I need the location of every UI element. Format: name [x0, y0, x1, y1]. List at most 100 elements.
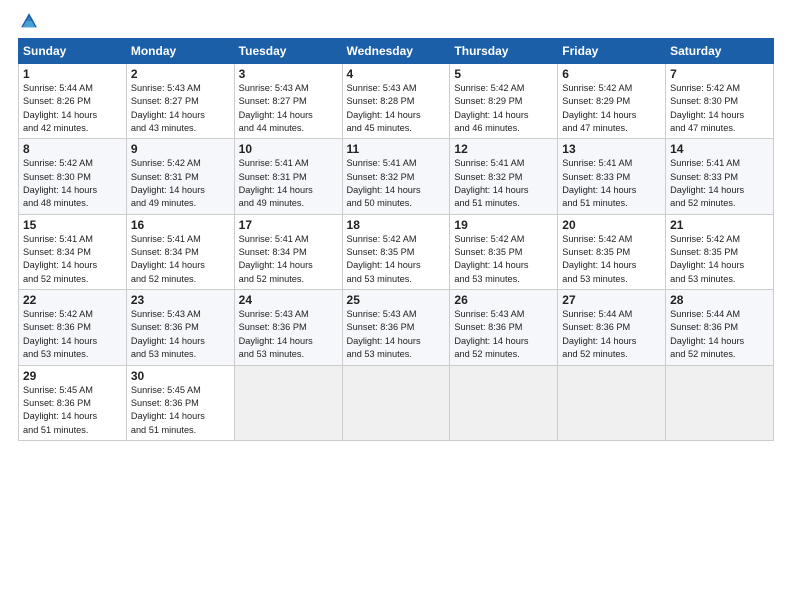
- day-info: Sunrise: 5:44 AMSunset: 8:26 PMDaylight:…: [23, 82, 122, 135]
- day-number: 8: [23, 142, 122, 156]
- calendar-cell: 6Sunrise: 5:42 AMSunset: 8:29 PMDaylight…: [558, 64, 666, 139]
- calendar-cell: 16Sunrise: 5:41 AMSunset: 8:34 PMDayligh…: [126, 214, 234, 289]
- calendar-cell: 23Sunrise: 5:43 AMSunset: 8:36 PMDayligh…: [126, 290, 234, 365]
- day-info: Sunrise: 5:43 AMSunset: 8:27 PMDaylight:…: [131, 82, 230, 135]
- calendar-cell: 20Sunrise: 5:42 AMSunset: 8:35 PMDayligh…: [558, 214, 666, 289]
- day-info: Sunrise: 5:42 AMSunset: 8:35 PMDaylight:…: [347, 233, 446, 286]
- calendar-cell: 8Sunrise: 5:42 AMSunset: 8:30 PMDaylight…: [19, 139, 127, 214]
- calendar-cell: 12Sunrise: 5:41 AMSunset: 8:32 PMDayligh…: [450, 139, 558, 214]
- weekday-header: Sunday: [19, 39, 127, 64]
- day-number: 2: [131, 67, 230, 81]
- day-info: Sunrise: 5:41 AMSunset: 8:34 PMDaylight:…: [131, 233, 230, 286]
- day-info: Sunrise: 5:42 AMSunset: 8:31 PMDaylight:…: [131, 157, 230, 210]
- day-info: Sunrise: 5:44 AMSunset: 8:36 PMDaylight:…: [670, 308, 769, 361]
- day-number: 3: [239, 67, 338, 81]
- calendar-cell: 2Sunrise: 5:43 AMSunset: 8:27 PMDaylight…: [126, 64, 234, 139]
- day-number: 19: [454, 218, 553, 232]
- calendar-cell: 30Sunrise: 5:45 AMSunset: 8:36 PMDayligh…: [126, 365, 234, 440]
- calendar-cell: [234, 365, 342, 440]
- calendar-cell: 1Sunrise: 5:44 AMSunset: 8:26 PMDaylight…: [19, 64, 127, 139]
- day-info: Sunrise: 5:43 AMSunset: 8:36 PMDaylight:…: [131, 308, 230, 361]
- calendar-cell: 17Sunrise: 5:41 AMSunset: 8:34 PMDayligh…: [234, 214, 342, 289]
- day-number: 10: [239, 142, 338, 156]
- day-info: Sunrise: 5:42 AMSunset: 8:35 PMDaylight:…: [454, 233, 553, 286]
- calendar-cell: [558, 365, 666, 440]
- page: SundayMondayTuesdayWednesdayThursdayFrid…: [0, 0, 792, 612]
- calendar-cell: 3Sunrise: 5:43 AMSunset: 8:27 PMDaylight…: [234, 64, 342, 139]
- day-number: 25: [347, 293, 446, 307]
- day-number: 21: [670, 218, 769, 232]
- weekday-header: Thursday: [450, 39, 558, 64]
- day-number: 27: [562, 293, 661, 307]
- day-info: Sunrise: 5:43 AMSunset: 8:36 PMDaylight:…: [347, 308, 446, 361]
- day-info: Sunrise: 5:43 AMSunset: 8:28 PMDaylight:…: [347, 82, 446, 135]
- day-number: 23: [131, 293, 230, 307]
- day-number: 14: [670, 142, 769, 156]
- day-number: 16: [131, 218, 230, 232]
- calendar-cell: 7Sunrise: 5:42 AMSunset: 8:30 PMDaylight…: [666, 64, 774, 139]
- day-info: Sunrise: 5:41 AMSunset: 8:34 PMDaylight:…: [239, 233, 338, 286]
- day-number: 11: [347, 142, 446, 156]
- day-info: Sunrise: 5:41 AMSunset: 8:32 PMDaylight:…: [454, 157, 553, 210]
- day-number: 18: [347, 218, 446, 232]
- calendar-cell: 4Sunrise: 5:43 AMSunset: 8:28 PMDaylight…: [342, 64, 450, 139]
- day-info: Sunrise: 5:41 AMSunset: 8:31 PMDaylight:…: [239, 157, 338, 210]
- logo: [18, 10, 44, 32]
- weekday-header: Tuesday: [234, 39, 342, 64]
- day-number: 12: [454, 142, 553, 156]
- day-info: Sunrise: 5:42 AMSunset: 8:29 PMDaylight:…: [562, 82, 661, 135]
- day-info: Sunrise: 5:41 AMSunset: 8:32 PMDaylight:…: [347, 157, 446, 210]
- calendar-cell: 28Sunrise: 5:44 AMSunset: 8:36 PMDayligh…: [666, 290, 774, 365]
- calendar-week-row: 15 Sunrise: 5:41 AMSunset: 8:34 PMDayligh…: [19, 214, 774, 289]
- day-number: 15: [23, 218, 122, 232]
- calendar-cell: 27Sunrise: 5:44 AMSunset: 8:36 PMDayligh…: [558, 290, 666, 365]
- calendar-cell: 25Sunrise: 5:43 AMSunset: 8:36 PMDayligh…: [342, 290, 450, 365]
- calendar-body: 1Sunrise: 5:44 AMSunset: 8:26 PMDaylight…: [19, 64, 774, 441]
- day-info: Sunrise: 5:43 AMSunset: 8:36 PMDaylight:…: [239, 308, 338, 361]
- calendar-cell: 26Sunrise: 5:43 AMSunset: 8:36 PMDayligh…: [450, 290, 558, 365]
- day-number: 22: [23, 293, 122, 307]
- calendar-cell: 24Sunrise: 5:43 AMSunset: 8:36 PMDayligh…: [234, 290, 342, 365]
- weekday-row: SundayMondayTuesdayWednesdayThursdayFrid…: [19, 39, 774, 64]
- calendar-week-row: 29Sunrise: 5:45 AMSunset: 8:36 PMDayligh…: [19, 365, 774, 440]
- day-info: Sunrise: 5:42 AMSunset: 8:35 PMDaylight:…: [562, 233, 661, 286]
- calendar-cell: 11Sunrise: 5:41 AMSunset: 8:32 PMDayligh…: [342, 139, 450, 214]
- day-number: 7: [670, 67, 769, 81]
- day-number: 13: [562, 142, 661, 156]
- day-info: Sunrise: 5:43 AMSunset: 8:36 PMDaylight:…: [454, 308, 553, 361]
- day-number: 5: [454, 67, 553, 81]
- calendar-cell: [450, 365, 558, 440]
- calendar-cell: 29Sunrise: 5:45 AMSunset: 8:36 PMDayligh…: [19, 365, 127, 440]
- weekday-header: Monday: [126, 39, 234, 64]
- header: [18, 10, 774, 32]
- calendar-header: SundayMondayTuesdayWednesdayThursdayFrid…: [19, 39, 774, 64]
- calendar-cell: [666, 365, 774, 440]
- day-info: Sunrise: 5:42 AMSunset: 8:35 PMDaylight:…: [670, 233, 769, 286]
- day-number: 24: [239, 293, 338, 307]
- day-info: Sunrise: 5:41 AMSunset: 8:33 PMDaylight:…: [670, 157, 769, 210]
- calendar-cell: 15Sunrise: 5:41 AMSunset: 8:34 PMDayligh…: [19, 214, 127, 289]
- calendar-cell: 14Sunrise: 5:41 AMSunset: 8:33 PMDayligh…: [666, 139, 774, 214]
- day-info: Sunrise: 5:45 AMSunset: 8:36 PMDaylight:…: [23, 384, 122, 437]
- logo-icon: [18, 10, 40, 32]
- day-info: Sunrise: 5:43 AMSunset: 8:27 PMDaylight:…: [239, 82, 338, 135]
- weekday-header: Friday: [558, 39, 666, 64]
- calendar-cell: 13Sunrise: 5:41 AMSunset: 8:33 PMDayligh…: [558, 139, 666, 214]
- calendar: SundayMondayTuesdayWednesdayThursdayFrid…: [18, 38, 774, 441]
- day-number: 20: [562, 218, 661, 232]
- day-info: Sunrise: 5:45 AMSunset: 8:36 PMDaylight:…: [131, 384, 230, 437]
- day-number: 26: [454, 293, 553, 307]
- day-number: 1: [23, 67, 122, 81]
- weekday-header: Saturday: [666, 39, 774, 64]
- day-info: Sunrise: 5:41 AMSunset: 8:33 PMDaylight:…: [562, 157, 661, 210]
- day-number: 30: [131, 369, 230, 383]
- calendar-cell: 10Sunrise: 5:41 AMSunset: 8:31 PMDayligh…: [234, 139, 342, 214]
- day-number: 4: [347, 67, 446, 81]
- calendar-cell: 18Sunrise: 5:42 AMSunset: 8:35 PMDayligh…: [342, 214, 450, 289]
- day-number: 29: [23, 369, 122, 383]
- calendar-cell: 5Sunrise: 5:42 AMSunset: 8:29 PMDaylight…: [450, 64, 558, 139]
- day-info: Sunrise: 5:42 AMSunset: 8:36 PMDaylight:…: [23, 308, 122, 361]
- day-info: Sunrise: 5:42 AMSunset: 8:29 PMDaylight:…: [454, 82, 553, 135]
- day-number: 9: [131, 142, 230, 156]
- calendar-cell: 21Sunrise: 5:42 AMSunset: 8:35 PMDayligh…: [666, 214, 774, 289]
